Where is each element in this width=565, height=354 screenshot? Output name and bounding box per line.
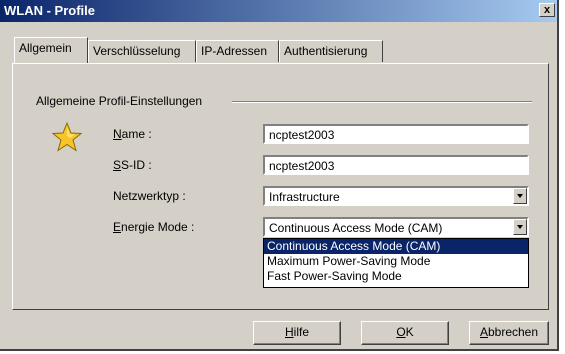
name-label: Name : (113, 127, 152, 141)
tab-ip-adressen[interactable]: IP-Adressen (196, 40, 279, 62)
energy-value: Continuous Access Mode (CAM) (269, 221, 443, 235)
window-title: WLAN - Profile (4, 3, 95, 18)
close-icon: x (543, 4, 551, 16)
tab-label: IP-Adressen (201, 44, 268, 58)
dropdown-option[interactable]: Continuous Access Mode (CAM) (264, 239, 528, 254)
tab-verschluesselung[interactable]: Verschlüsselung (88, 40, 196, 62)
ok-button[interactable]: OK (361, 321, 449, 345)
cancel-button[interactable]: Abbrechen (469, 321, 549, 345)
dropdown-option[interactable]: Maximum Power-Saving Mode (264, 254, 528, 269)
energy-select[interactable]: Continuous Access Mode (CAM) (263, 217, 529, 237)
dropdown-option[interactable]: Fast Power-Saving Mode (264, 269, 528, 284)
help-button[interactable]: Hilfe (253, 321, 341, 345)
energy-label: Energie Mode : (113, 220, 195, 234)
nettype-label: Netzwerktyp : (113, 189, 186, 203)
ssid-label: SS-ID : (113, 158, 152, 172)
tab-label: Allgemein (19, 41, 72, 55)
group-divider (232, 101, 532, 103)
tab-allgemein[interactable]: Allgemein (14, 37, 88, 63)
close-button[interactable]: x (539, 3, 555, 17)
nettype-value: Infrastructure (269, 190, 340, 204)
chevron-down-icon[interactable] (513, 219, 527, 235)
name-value: ncptest2003 (269, 128, 335, 142)
star-icon (52, 122, 82, 152)
group-title: Allgemeine Profil-Einstellungen (34, 94, 205, 108)
chevron-down-icon[interactable] (513, 188, 527, 204)
energy-dropdown-list: Continuous Access Mode (CAM) Maximum Pow… (263, 238, 529, 288)
dialog-window: WLAN - Profile x Allgemein Verschlüsselu… (0, 0, 559, 351)
nettype-select[interactable]: Infrastructure (263, 186, 529, 206)
tab-label: Authentisierung (284, 44, 368, 58)
tab-authentisierung[interactable]: Authentisierung (279, 40, 383, 62)
tab-label: Verschlüsselung (93, 44, 181, 58)
name-field[interactable]: ncptest2003 (263, 124, 529, 144)
ssid-value: ncptest2003 (269, 159, 335, 173)
ssid-field[interactable]: ncptest2003 (263, 155, 529, 175)
title-bar[interactable]: WLAN - Profile x (0, 0, 557, 22)
